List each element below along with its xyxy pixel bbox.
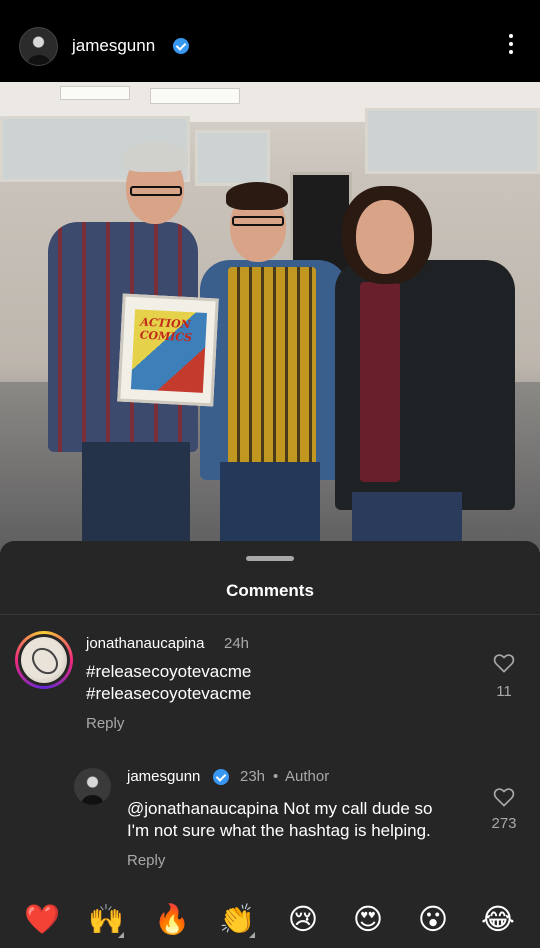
comment-like-count: 11: [496, 683, 512, 700]
meta-separator: •: [273, 768, 279, 785]
comment-username[interactable]: jonathanaucapina: [86, 635, 204, 652]
author-label: Author: [285, 768, 330, 785]
photo-comic-book: ACTION COMICS: [117, 293, 219, 407]
reply-text-line: I'm not sure what the hashtag is helping…: [127, 821, 431, 840]
reply-username[interactable]: jamesgunn: [127, 768, 200, 785]
clapping-hands-emoji-glyph: 👏: [218, 902, 256, 936]
photo-ceiling-light: [60, 86, 130, 100]
commenter-avatar-story-ring[interactable]: [15, 631, 73, 689]
comic-title: ACTION COMICS: [139, 315, 193, 345]
post-header: jamesgunn: [0, 0, 540, 82]
clapping-hands-emoji-icon[interactable]: 👏: [217, 902, 257, 938]
reply-like-count: 273: [491, 815, 517, 832]
reply-button[interactable]: Reply: [127, 852, 165, 869]
surprised-face-emoji-icon[interactable]: 😮: [413, 902, 453, 936]
photo-ceiling-light: [150, 88, 240, 104]
red-heart-emoji-icon[interactable]: ❤️: [22, 902, 62, 936]
verified-badge-icon: [213, 769, 229, 785]
photo-window: [365, 108, 540, 174]
tears-of-joy-emoji-icon[interactable]: 😂: [478, 902, 518, 936]
sheet-divider: [0, 614, 540, 615]
reply-author-avatar[interactable]: [74, 768, 111, 805]
sheet-drag-handle[interactable]: [246, 556, 294, 561]
photo-window: [195, 130, 270, 186]
commenter-avatar: [21, 637, 67, 683]
raising-hands-emoji-icon[interactable]: 🙌: [86, 902, 126, 938]
comment-text-line: #releasecoyotevacme: [86, 662, 252, 681]
comment-text-line: #releasecoyotevacme: [86, 684, 252, 703]
post-photo[interactable]: ACTION COMICS: [0, 82, 540, 552]
reply-timestamp: 23h: [240, 768, 266, 785]
crying-face-emoji-icon[interactable]: 😢: [283, 902, 323, 936]
comments-sheet: Comments jonathanaucapina 24h #releaseco…: [0, 541, 540, 948]
heart-icon[interactable]: [493, 787, 515, 807]
post-author-username[interactable]: jamesgunn: [72, 36, 155, 56]
emoji-reaction-bar: ❤️ 🙌 🔥 👏 😢 😍 😮 😂: [0, 890, 540, 948]
heart-eyes-emoji-icon[interactable]: 😍: [348, 902, 388, 936]
comments-title: Comments: [226, 581, 314, 600]
verified-badge-icon: [173, 38, 189, 54]
reply-button[interactable]: Reply: [86, 715, 124, 732]
raising-hands-emoji-glyph: 🙌: [87, 902, 125, 936]
more-options-icon[interactable]: [503, 34, 519, 58]
fire-emoji-icon[interactable]: 🔥: [152, 902, 192, 936]
comment-timestamp: 24h: [224, 635, 250, 652]
post-author-avatar[interactable]: [19, 27, 58, 66]
heart-icon[interactable]: [493, 653, 515, 673]
reply-text-line: @jonathanaucapina Not my call dude so: [127, 799, 433, 818]
